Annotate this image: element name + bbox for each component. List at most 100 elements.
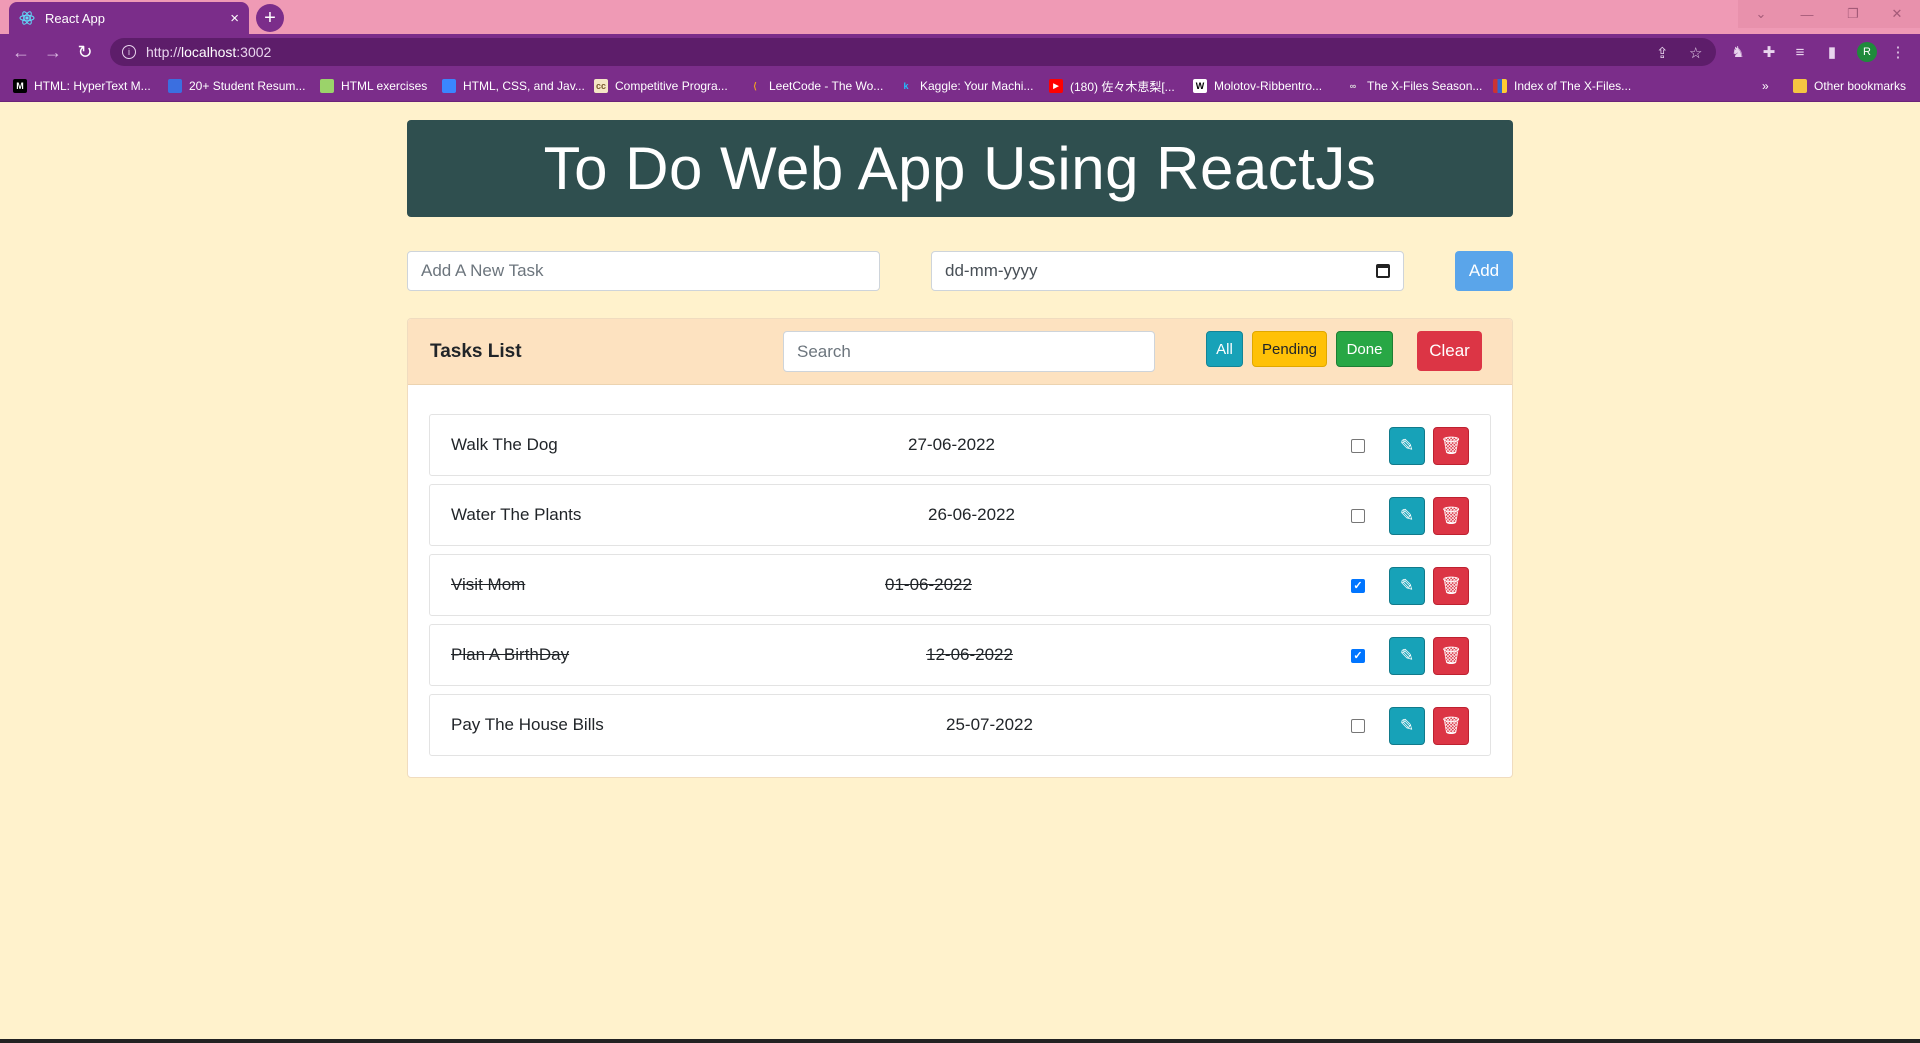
- minimize-icon[interactable]: —: [1784, 0, 1830, 28]
- bookmark-item[interactable]: k Kaggle: Your Machi...: [899, 77, 1033, 95]
- task-row: Plan A BirthDay 12-06-2022 ✓ ✎ 🗑: [429, 624, 1491, 686]
- app-header: To Do Web App Using ReactJs: [407, 120, 1513, 217]
- trash-icon: 🗑: [1440, 646, 1462, 665]
- youtube-icon: ▶: [1049, 79, 1063, 93]
- task-done-checkbox[interactable]: ✓: [1351, 579, 1365, 593]
- bookmark-item[interactable]: 20+ Student Resum...: [168, 77, 305, 95]
- bookmark-item[interactable]: M HTML: HyperText M...: [13, 77, 151, 95]
- bookmark-label: Competitive Progra...: [615, 79, 728, 93]
- bookmark-label: LeetCode - The Wo...: [769, 79, 884, 93]
- bookmark-item[interactable]: ⟨ LeetCode - The Wo...: [748, 77, 883, 95]
- reading-list-icon[interactable]: ≡: [1791, 43, 1809, 61]
- restore-icon[interactable]: ❐: [1830, 0, 1876, 28]
- other-bookmarks-label: Other bookmarks: [1814, 79, 1907, 93]
- forward-icon[interactable]: →: [41, 40, 65, 64]
- date-placeholder: dd-mm-yyyy: [945, 261, 1038, 280]
- filter-pending-button[interactable]: Pending: [1252, 331, 1327, 367]
- extension-icon[interactable]: ♞: [1729, 43, 1747, 61]
- delete-task-button[interactable]: 🗑: [1433, 707, 1469, 745]
- filter-done-button[interactable]: Done: [1336, 331, 1393, 367]
- kaggle-icon: k: [903, 81, 909, 91]
- other-bookmarks[interactable]: Other bookmarks: [1793, 77, 1906, 95]
- side-panel-icon[interactable]: ▮: [1823, 43, 1841, 61]
- puzzle-icon[interactable]: ✚: [1760, 43, 1778, 61]
- react-logo-icon: [19, 10, 35, 26]
- tab-close-icon[interactable]: ×: [230, 11, 239, 26]
- bookmark-item[interactable]: ▶ (180) 佐々木恵梨[...: [1049, 77, 1175, 95]
- site-info-icon[interactable]: i: [122, 45, 136, 59]
- filter-all-button[interactable]: All: [1206, 331, 1243, 367]
- bookmark-item[interactable]: ∞ The X-Files Season...: [1346, 77, 1483, 95]
- url-scheme: http://: [146, 44, 182, 60]
- delete-task-button[interactable]: 🗑: [1433, 427, 1469, 465]
- address-bar[interactable]: i http://localhost:3002: [110, 38, 1716, 66]
- bookmarks-overflow-icon[interactable]: »: [1762, 77, 1769, 95]
- browser-tab-strip: React App × + ⌄ — ❐ ✕: [0, 0, 1920, 34]
- browser-toolbar: ← → ↻ i http://localhost:3002 ⇪ ☆ ♞ ✚ ≡ …: [0, 34, 1920, 70]
- tasks-card-header: Tasks List Search All Pending Done Clear: [408, 319, 1512, 385]
- tab-search-icon[interactable]: ⌄: [1738, 0, 1784, 28]
- bookmark-label: Kaggle: Your Machi...: [920, 79, 1034, 93]
- pencil-icon: ✎: [1399, 646, 1415, 665]
- profile-avatar[interactable]: R: [1857, 42, 1877, 62]
- edit-task-button[interactable]: ✎: [1389, 427, 1425, 465]
- task-row: Water The Plants 26-06-2022 ✎ 🗑: [429, 484, 1491, 546]
- edit-task-button[interactable]: ✎: [1389, 567, 1425, 605]
- menu-icon[interactable]: ⋮: [1889, 43, 1907, 61]
- task-name: Walk The Dog: [451, 435, 558, 454]
- tab-title: React App: [45, 10, 105, 26]
- task-done-checkbox[interactable]: [1351, 509, 1365, 523]
- edit-task-button[interactable]: ✎: [1389, 707, 1425, 745]
- task-list: Walk The Dog 27-06-2022 ✎ 🗑 Water The Pl…: [429, 414, 1491, 764]
- edit-task-button[interactable]: ✎: [1389, 637, 1425, 675]
- task-name: Visit Mom: [451, 575, 526, 594]
- search-input[interactable]: Search: [783, 331, 1155, 372]
- bookmark-star-icon[interactable]: ☆: [1689, 44, 1702, 62]
- search-placeholder: Search: [797, 341, 851, 361]
- date-input[interactable]: dd-mm-yyyy: [931, 251, 1404, 291]
- task-name: Plan A BirthDay: [451, 645, 570, 664]
- pencil-icon: ✎: [1399, 576, 1415, 595]
- task-done-checkbox[interactable]: [1351, 439, 1365, 453]
- trash-icon: 🗑: [1440, 436, 1462, 455]
- delete-task-button[interactable]: 🗑: [1433, 497, 1469, 535]
- task-row: Walk The Dog 27-06-2022 ✎ 🗑: [429, 414, 1491, 476]
- delete-task-button[interactable]: 🗑: [1433, 567, 1469, 605]
- bookmark-item[interactable]: HTML, CSS, and Jav...: [442, 77, 585, 95]
- os-taskbar-edge: [0, 1039, 1920, 1043]
- bookmark-item[interactable]: HTML exercises: [320, 77, 427, 95]
- new-task-input[interactable]: Add A New Task: [407, 251, 880, 291]
- bookmark-label: HTML: HyperText M...: [34, 79, 151, 93]
- clear-button[interactable]: Clear: [1417, 331, 1482, 371]
- bookmark-item[interactable]: Index of The X-Files...: [1493, 77, 1631, 95]
- pencil-icon: ✎: [1399, 506, 1415, 525]
- browser-tab[interactable]: React App ×: [9, 2, 249, 34]
- delete-task-button[interactable]: 🗑: [1433, 637, 1469, 675]
- reload-icon[interactable]: ↻: [73, 40, 97, 64]
- bookmark-label: HTML, CSS, and Jav...: [463, 79, 585, 93]
- exercises-icon: [320, 79, 334, 93]
- task-date: 12-06-2022: [926, 645, 1013, 664]
- task-row: Pay The House Bills 25-07-2022 ✎ 🗑: [429, 694, 1491, 756]
- pencil-icon: ✎: [1399, 716, 1415, 735]
- calendar-icon[interactable]: [1376, 264, 1390, 278]
- bookmark-label: 20+ Student Resum...: [189, 79, 306, 93]
- new-tab-button[interactable]: +: [256, 4, 284, 32]
- bookmark-label: HTML exercises: [341, 79, 428, 93]
- url-port: :3002: [236, 44, 272, 60]
- bookmark-item[interactable]: cc Competitive Progra...: [594, 77, 728, 95]
- new-task-placeholder: Add A New Task: [421, 261, 544, 280]
- close-window-icon[interactable]: ✕: [1874, 0, 1920, 28]
- edit-task-button[interactable]: ✎: [1389, 497, 1425, 535]
- task-done-checkbox[interactable]: ✓: [1351, 649, 1365, 663]
- bookmark-label: Index of The X-Files...: [1514, 79, 1632, 93]
- link-icon: ∞: [1349, 81, 1357, 91]
- bookmark-item[interactable]: W Molotov-Ribbentro...: [1193, 77, 1322, 95]
- task-done-checkbox[interactable]: [1351, 719, 1365, 733]
- share-icon[interactable]: ⇪: [1656, 44, 1669, 62]
- mdn-icon: M: [13, 79, 27, 93]
- bookmark-label: (180) 佐々木恵梨[...: [1070, 79, 1175, 94]
- trash-icon: 🗑: [1440, 716, 1462, 735]
- add-task-button[interactable]: Add: [1455, 251, 1513, 291]
- back-icon[interactable]: ←: [9, 40, 33, 64]
